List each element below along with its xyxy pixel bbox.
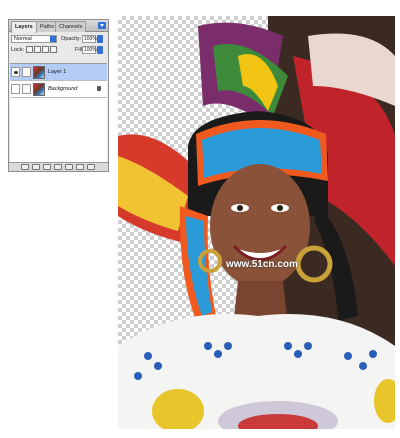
layer-row-layer-1[interactable]: Layer 1 bbox=[10, 64, 107, 81]
adjustment-layer-icon[interactable] bbox=[54, 164, 62, 170]
opacity-label: Opacity: bbox=[61, 36, 82, 42]
palette-tabs: Layers Paths Channels bbox=[9, 20, 108, 33]
chevron-down-icon bbox=[50, 36, 56, 42]
fill-field[interactable]: 100% bbox=[82, 46, 97, 54]
lock-icon bbox=[97, 86, 101, 91]
layer-thumbnail bbox=[33, 83, 45, 96]
layer-mask-icon[interactable] bbox=[43, 164, 51, 170]
link-layers-icon[interactable] bbox=[21, 164, 29, 170]
blend-row: Normal Opacity: 100% bbox=[11, 35, 106, 44]
layers-palette: Layers Paths Channels Normal Opacity: 10… bbox=[8, 19, 109, 172]
layer-row-background[interactable]: Background bbox=[10, 81, 107, 98]
watermark-text: www.51cn.com bbox=[226, 259, 298, 270]
layer-style-icon[interactable] bbox=[32, 164, 40, 170]
document-canvas[interactable] bbox=[118, 16, 395, 429]
layer-name: Background bbox=[48, 86, 78, 92]
eye-icon[interactable] bbox=[11, 67, 20, 77]
layers-list: Layer 1 Background bbox=[10, 63, 107, 163]
new-layer-icon[interactable] bbox=[76, 164, 84, 170]
lock-position-icon[interactable] bbox=[42, 46, 49, 53]
opacity-field[interactable]: 100% bbox=[82, 35, 97, 43]
fill-slider-button[interactable] bbox=[97, 46, 103, 54]
blend-mode-value: Normal bbox=[14, 36, 32, 42]
lock-image-icon[interactable] bbox=[34, 46, 41, 53]
lock-all-icon[interactable] bbox=[50, 46, 57, 53]
layer-name: Layer 1 bbox=[48, 69, 67, 75]
tab-channels[interactable]: Channels bbox=[55, 21, 87, 32]
lock-row: Lock: Fill: 100% bbox=[11, 46, 106, 55]
tab-layers[interactable]: Layers bbox=[11, 21, 37, 33]
palette-menu-icon[interactable] bbox=[98, 22, 106, 29]
layer-thumbnail bbox=[33, 66, 45, 79]
brush-icon[interactable] bbox=[22, 67, 31, 77]
lock-transparent-icon[interactable] bbox=[26, 46, 33, 53]
link-toggle[interactable] bbox=[22, 84, 31, 94]
lock-label: Lock: bbox=[11, 47, 25, 53]
trash-icon[interactable] bbox=[87, 164, 95, 170]
new-group-icon[interactable] bbox=[65, 164, 73, 170]
palette-footer bbox=[9, 162, 108, 171]
photo-illustration bbox=[118, 16, 395, 429]
opacity-slider-button[interactable] bbox=[97, 35, 103, 43]
blend-mode-select[interactable]: Normal bbox=[11, 35, 57, 43]
visibility-toggle[interactable] bbox=[11, 84, 20, 94]
